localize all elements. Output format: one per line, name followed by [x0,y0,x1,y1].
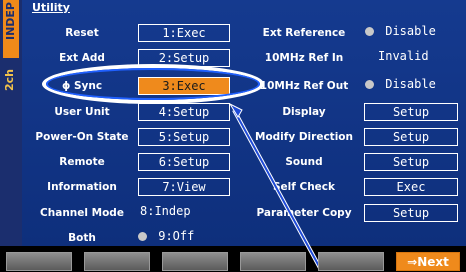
softkey-3[interactable] [162,252,228,271]
softkey-4[interactable] [240,252,306,271]
softkey-2[interactable] [84,252,150,271]
softkey-5[interactable] [318,252,384,271]
softkey-1[interactable] [6,252,72,271]
softkey-bar: ⇒Next [0,252,466,271]
next-button[interactable]: ⇒Next [396,252,460,271]
screen: INDEP 2ch Utility Reset 1:Exec Ext Add 2… [0,0,466,271]
annotation-arrow-icon [228,102,322,269]
